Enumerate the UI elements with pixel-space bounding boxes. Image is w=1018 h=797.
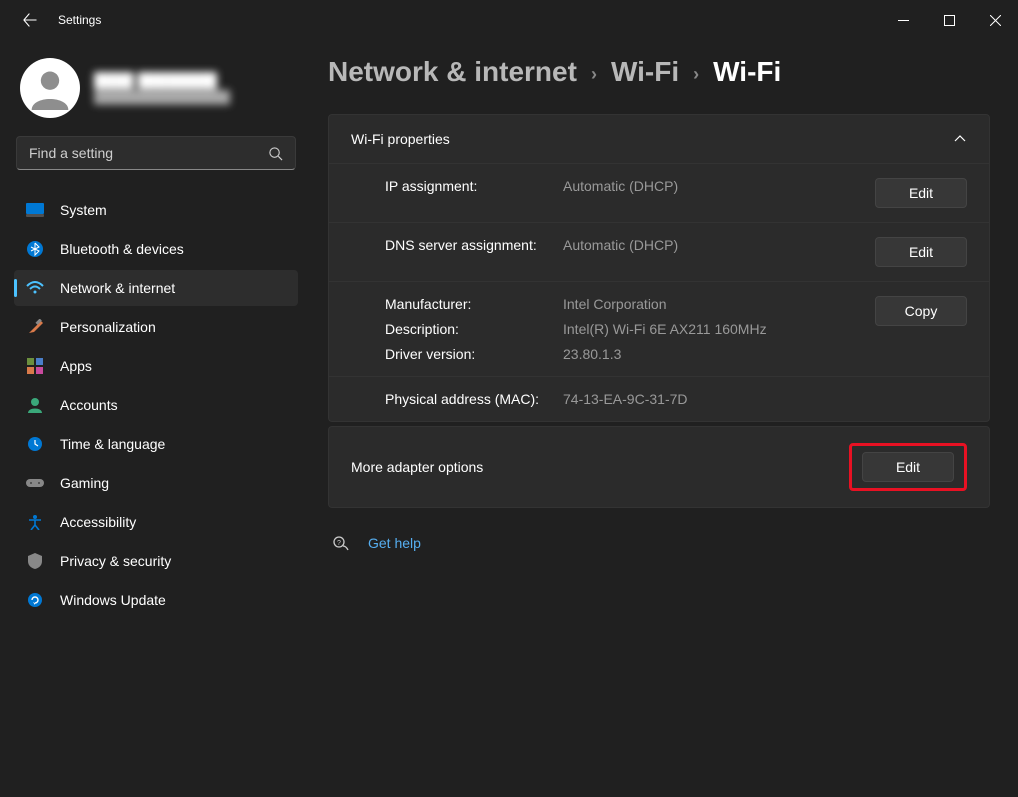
nav-label: Personalization — [60, 319, 156, 335]
titlebar: Settings — [0, 0, 1018, 40]
nav-label: Accessibility — [60, 514, 136, 530]
nav-label: System — [60, 202, 107, 218]
sidebar-item-system[interactable]: System — [14, 192, 298, 228]
ip-assignment-row: IP assignment: Automatic (DHCP) Edit — [329, 163, 989, 222]
dns-assignment-row: DNS server assignment: Automatic (DHCP) … — [329, 222, 989, 281]
chevron-up-icon — [953, 132, 967, 146]
driver-label: Driver version: — [385, 346, 555, 362]
search-input[interactable] — [29, 145, 268, 161]
dns-assignment-label: DNS server assignment: — [385, 237, 555, 253]
profile-block[interactable]: ████ ████████ ████████████████ — [14, 50, 298, 136]
sidebar-item-gaming[interactable]: Gaming — [14, 465, 298, 501]
nav-label: Accounts — [60, 397, 118, 413]
sidebar-item-privacy[interactable]: Privacy & security — [14, 543, 298, 579]
profile-email: ████████████████ — [94, 90, 230, 104]
account-icon — [26, 396, 44, 414]
mac-value: 74-13-EA-9C-31-7D — [563, 391, 967, 407]
wifi-icon — [26, 279, 44, 297]
update-icon — [26, 591, 44, 609]
profile-name: ████ ████████ — [94, 72, 230, 88]
manufacturer-value: Intel Corporation — [563, 296, 867, 312]
maximize-button[interactable] — [926, 0, 972, 40]
search-box[interactable] — [16, 136, 296, 170]
nav-label: Network & internet — [60, 280, 175, 296]
arrow-left-icon — [23, 13, 37, 27]
wifi-properties-header[interactable]: Wi-Fi properties — [329, 115, 989, 163]
person-icon — [28, 66, 72, 110]
sidebar-item-network[interactable]: Network & internet — [14, 270, 298, 306]
nav-label: Apps — [60, 358, 92, 374]
apps-icon — [26, 357, 44, 375]
close-button[interactable] — [972, 0, 1018, 40]
paintbrush-icon — [26, 318, 44, 336]
minimize-icon — [898, 15, 909, 26]
sidebar-item-bluetooth[interactable]: Bluetooth & devices — [14, 231, 298, 267]
accessibility-icon — [26, 513, 44, 531]
nav-label: Privacy & security — [60, 553, 171, 569]
minimize-button[interactable] — [880, 0, 926, 40]
sidebar-item-personalization[interactable]: Personalization — [14, 309, 298, 345]
shield-icon — [26, 552, 44, 570]
breadcrumb: Network & internet › Wi-Fi › Wi-Fi — [328, 56, 990, 88]
sidebar-item-accessibility[interactable]: Accessibility — [14, 504, 298, 540]
chevron-right-icon: › — [693, 64, 699, 85]
sidebar-nav: System Bluetooth & devices Network & int… — [14, 192, 298, 618]
nav-label: Bluetooth & devices — [60, 241, 184, 257]
mac-label: Physical address (MAC): — [385, 391, 555, 407]
back-button[interactable] — [14, 4, 46, 36]
close-icon — [990, 15, 1001, 26]
sidebar-item-accounts[interactable]: Accounts — [14, 387, 298, 423]
sidebar-item-update[interactable]: Windows Update — [14, 582, 298, 618]
main-content: Network & internet › Wi-Fi › Wi-Fi Wi-Fi… — [310, 40, 1018, 797]
bluetooth-icon — [26, 240, 44, 258]
sidebar-item-time[interactable]: Time & language — [14, 426, 298, 462]
manufacturer-label: Manufacturer: — [385, 296, 555, 312]
breadcrumb-network[interactable]: Network & internet — [328, 56, 577, 88]
copy-button[interactable]: Copy — [875, 296, 967, 326]
dns-assignment-value: Automatic (DHCP) — [563, 237, 867, 253]
maximize-icon — [944, 15, 955, 26]
sidebar-item-apps[interactable]: Apps — [14, 348, 298, 384]
hardware-row: Manufacturer: Description: Driver versio… — [329, 281, 989, 376]
more-adapter-edit-button[interactable]: Edit — [862, 452, 954, 482]
more-adapter-label: More adapter options — [351, 459, 483, 475]
mac-row: Physical address (MAC): 74-13-EA-9C-31-7… — [329, 376, 989, 421]
ip-assignment-label: IP assignment: — [385, 178, 555, 194]
gamepad-icon — [26, 474, 44, 492]
ip-edit-button[interactable]: Edit — [875, 178, 967, 208]
description-value: Intel(R) Wi-Fi 6E AX211 160MHz — [563, 321, 867, 337]
get-help-link[interactable]: Get help — [368, 535, 421, 551]
wifi-properties-card: Wi-Fi properties IP assignment: Automati… — [328, 114, 990, 422]
window-title: Settings — [58, 13, 101, 27]
sidebar: ████ ████████ ████████████████ System Bl… — [0, 40, 310, 797]
monitor-icon — [26, 201, 44, 219]
dns-edit-button[interactable]: Edit — [875, 237, 967, 267]
avatar — [20, 58, 80, 118]
breadcrumb-wifi-parent[interactable]: Wi-Fi — [611, 56, 679, 88]
nav-label: Windows Update — [60, 592, 166, 608]
search-icon — [268, 146, 283, 161]
ip-assignment-value: Automatic (DHCP) — [563, 178, 867, 194]
card-title: Wi-Fi properties — [351, 131, 450, 147]
breadcrumb-current: Wi-Fi — [713, 56, 781, 88]
driver-value: 23.80.1.3 — [563, 346, 867, 362]
help-row: ? Get help — [332, 534, 990, 552]
nav-label: Time & language — [60, 436, 165, 452]
svg-text:?: ? — [337, 540, 341, 547]
help-icon: ? — [332, 534, 350, 552]
nav-label: Gaming — [60, 475, 109, 491]
description-label: Description: — [385, 321, 555, 337]
more-adapter-row: More adapter options Edit — [328, 426, 990, 508]
clock-icon — [26, 435, 44, 453]
chevron-right-icon: › — [591, 64, 597, 85]
highlight-annotation: Edit — [849, 443, 967, 491]
